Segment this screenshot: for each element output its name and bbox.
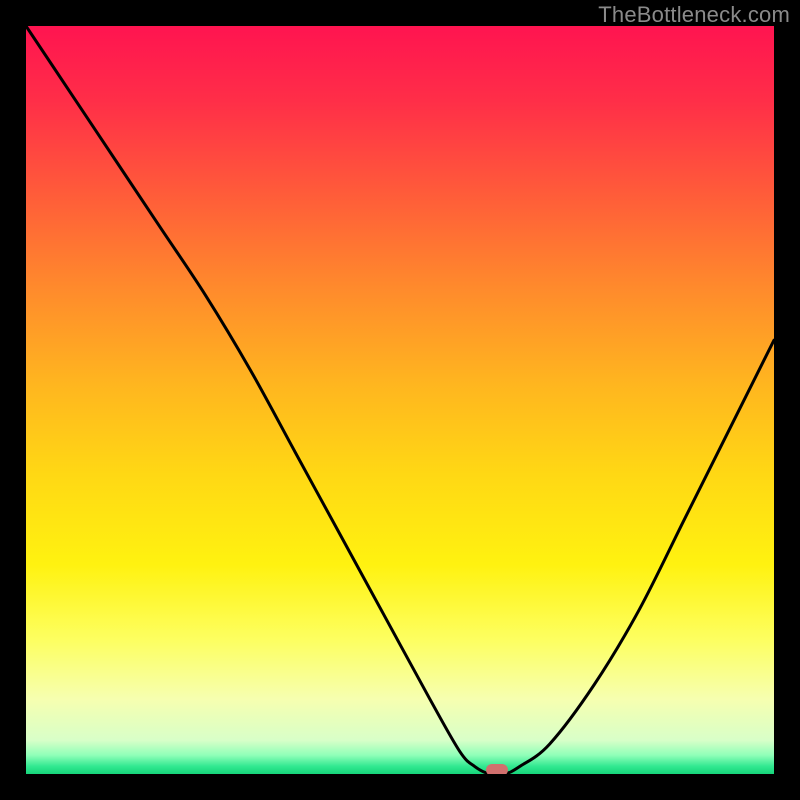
bottleneck-curve (26, 26, 774, 774)
watermark: TheBottleneck.com (598, 2, 790, 28)
chart-container: TheBottleneck.com (0, 0, 800, 800)
optimal-marker (486, 764, 508, 774)
plot-area (26, 26, 774, 774)
